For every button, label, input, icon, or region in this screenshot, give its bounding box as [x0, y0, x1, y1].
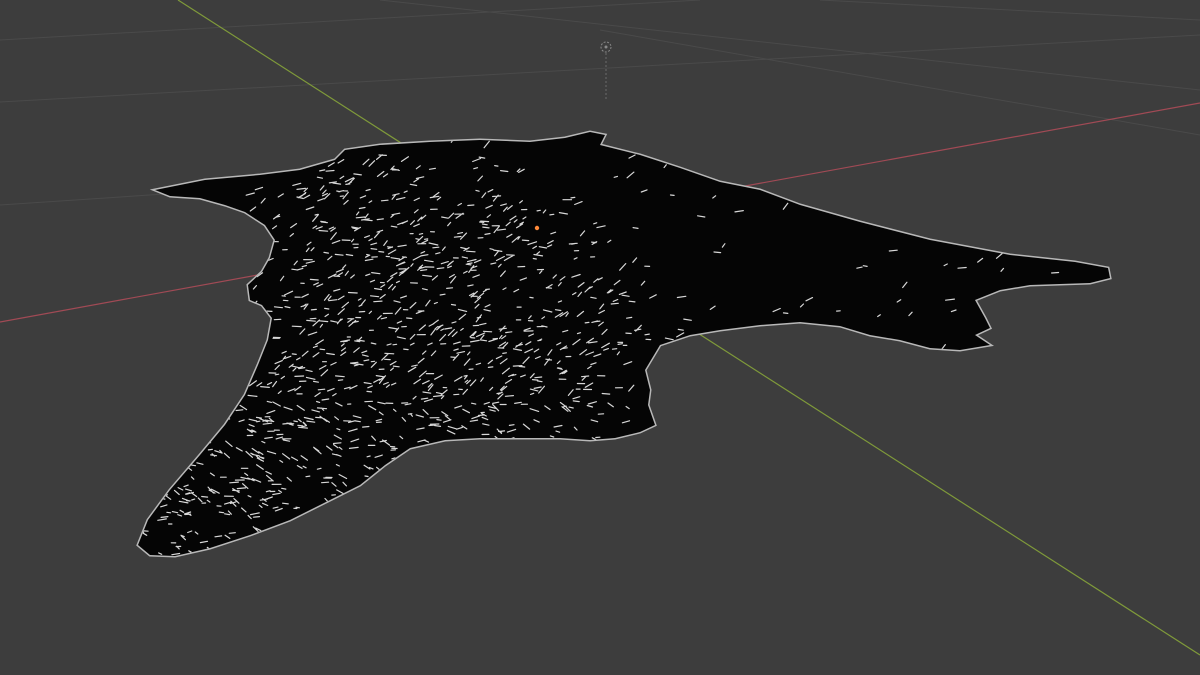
grid-line — [0, 0, 701, 41]
fur-rug-object[interactable] — [135, 129, 1113, 563]
object-origin-icon[interactable] — [534, 225, 540, 231]
hide-body — [138, 132, 1110, 556]
light-object-icon[interactable] — [600, 41, 612, 100]
grid-line — [819, 0, 1200, 21]
viewport-scene[interactable] — [0, 0, 1200, 675]
3d-viewport[interactable] — [0, 0, 1200, 675]
grid-line — [0, 34, 1200, 103]
